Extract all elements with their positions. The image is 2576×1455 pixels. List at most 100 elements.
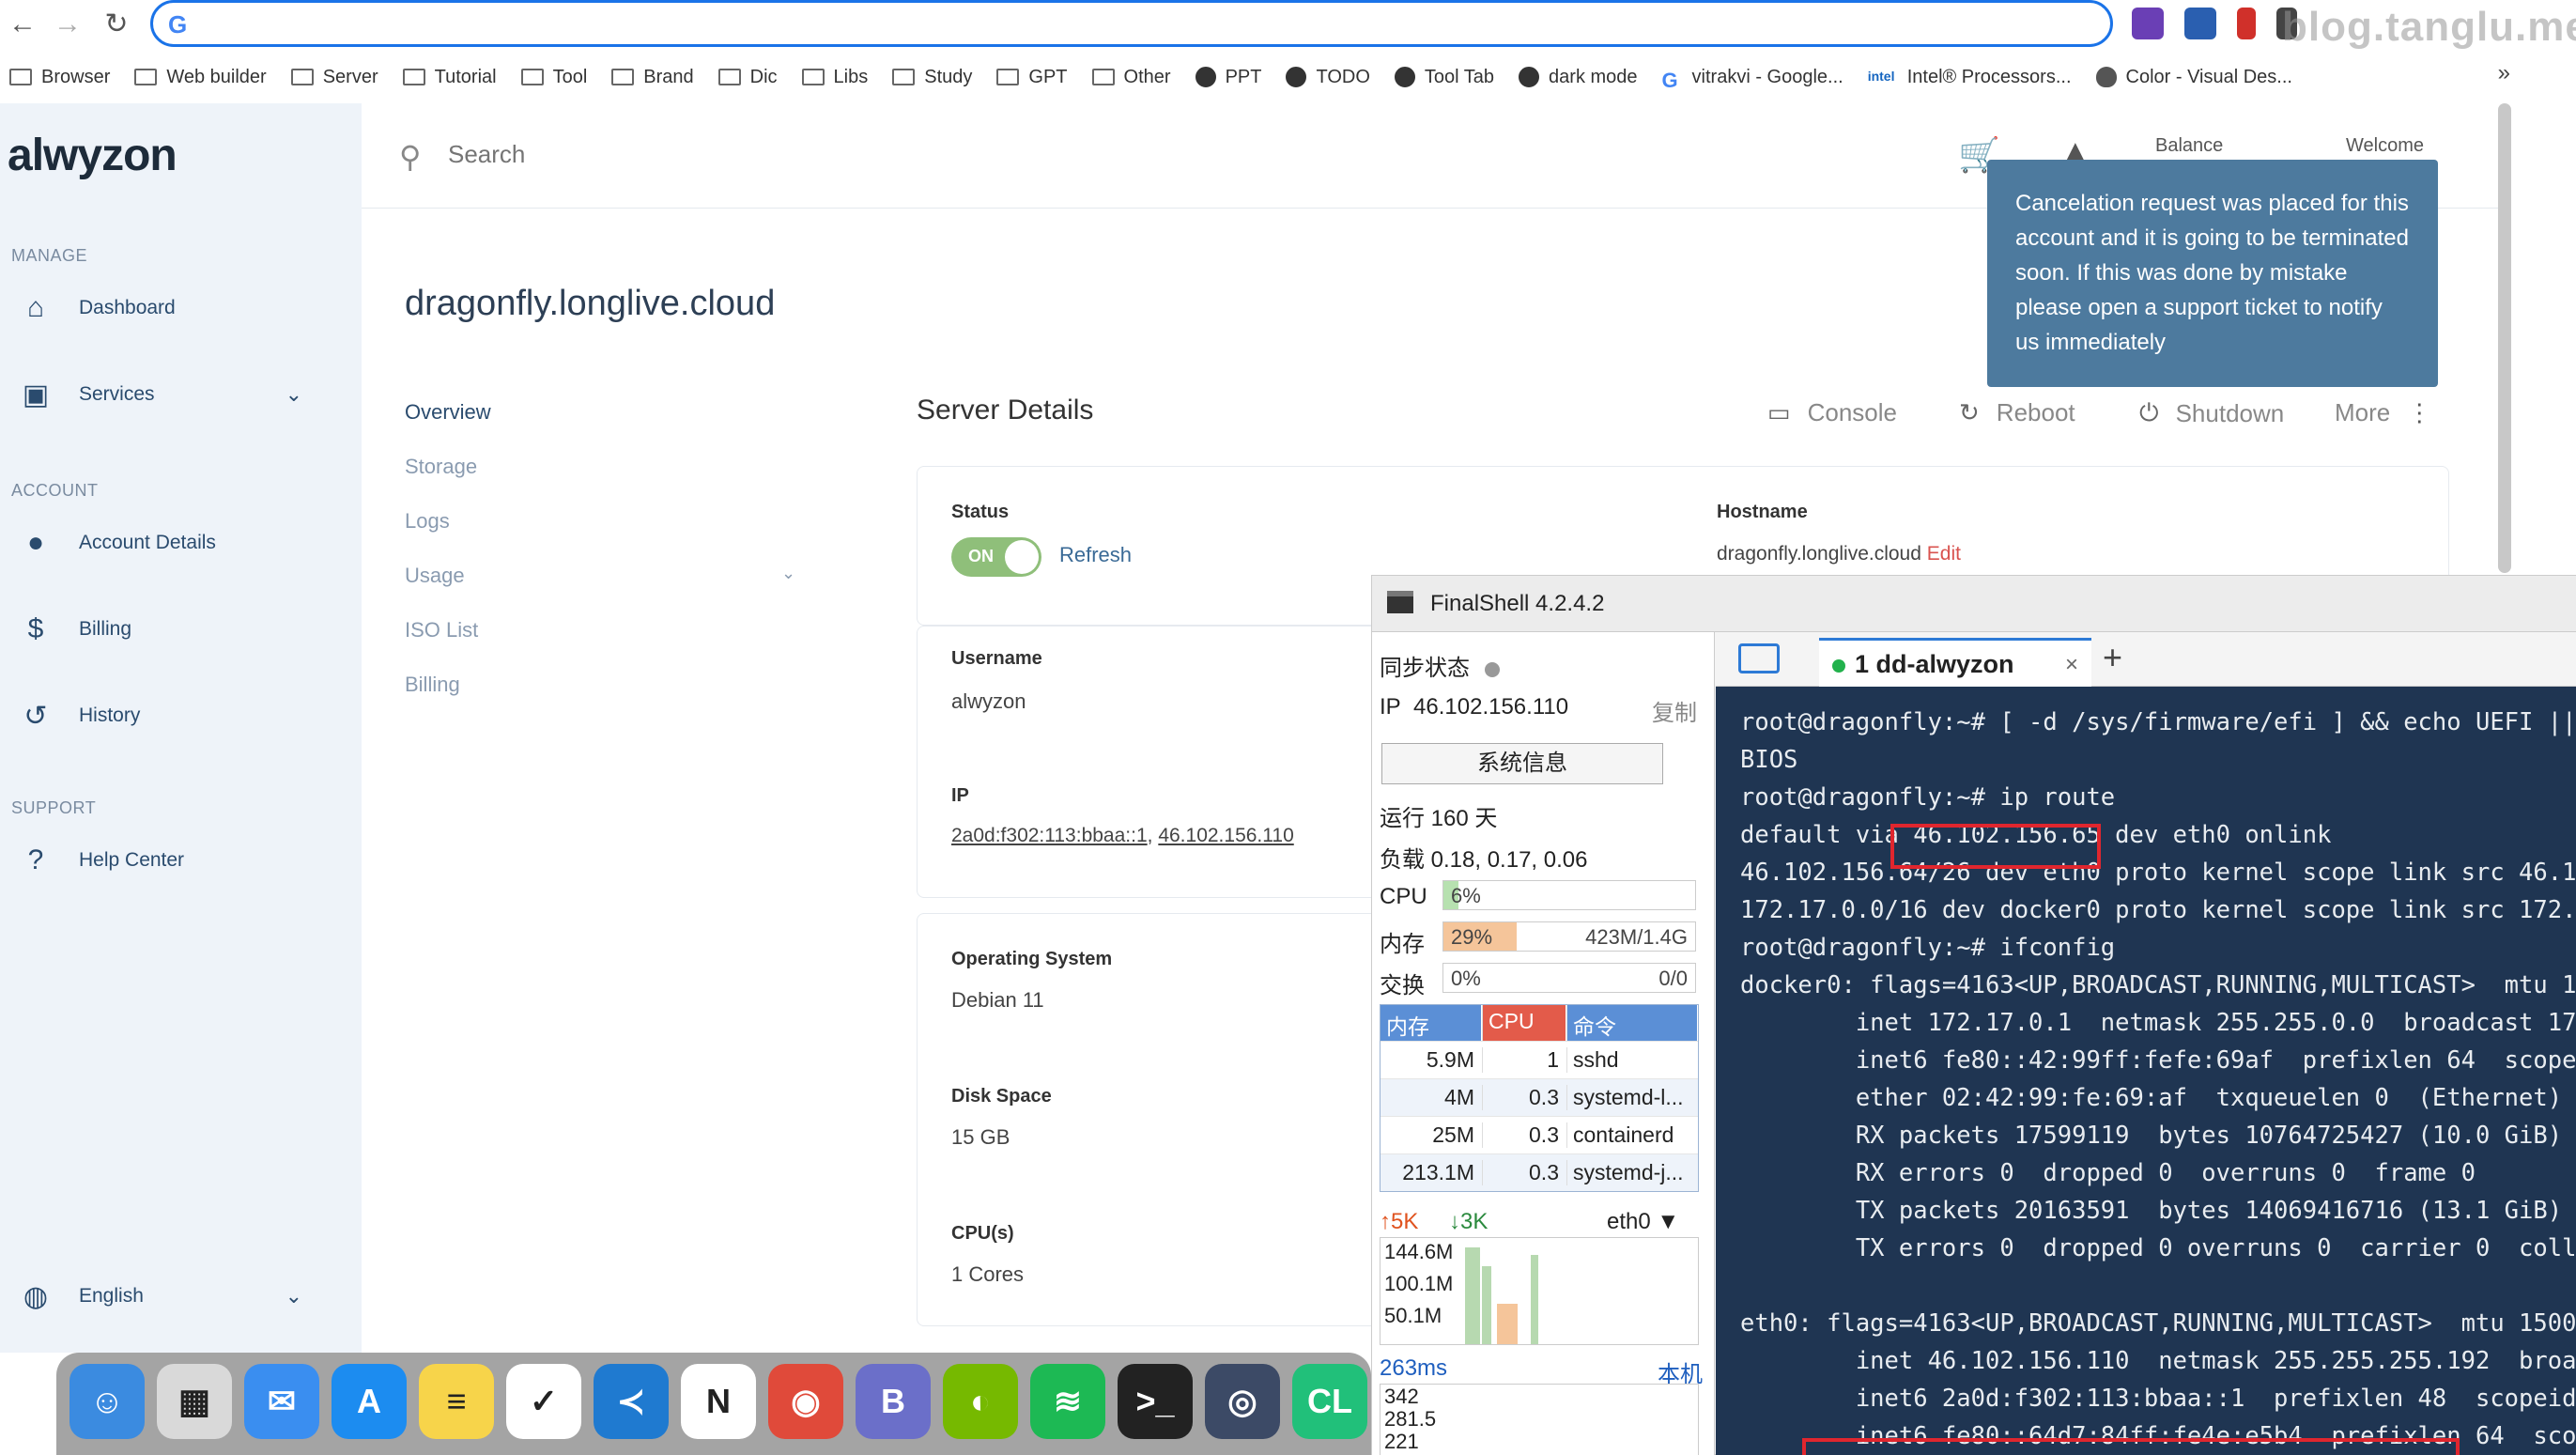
extension-bookmark-icon[interactable] — [2237, 8, 2256, 39]
language-selector[interactable]: ◍ English ⌄ — [21, 1277, 340, 1315]
address-bar[interactable]: G — [150, 0, 2113, 47]
chevron-down-icon[interactable]: ⌄ — [781, 564, 795, 583]
notes-icon[interactable]: ≡ — [419, 1364, 494, 1439]
mem-meter: 29% 423M/1.4G — [1442, 921, 1696, 952]
page-scrollbar[interactable] — [2498, 103, 2511, 573]
bookmark-item[interactable]: Tutorial — [402, 67, 497, 88]
bookmark-item[interactable]: GPT — [996, 67, 1068, 88]
reboot-button[interactable]: ↻ Reboot — [1959, 398, 2075, 427]
reload-icon[interactable]: ↻ — [98, 6, 135, 43]
sidebar-item-history[interactable]: ↺ History — [21, 697, 140, 735]
table-row[interactable]: 213.1M 0.3 systemd-j... — [1381, 1153, 1698, 1191]
balance-button[interactable]: Balance — [2155, 135, 2223, 157]
bookmark-item[interactable]: PPT — [1195, 67, 1261, 88]
subnav-overview[interactable]: Overview — [405, 400, 491, 425]
terminal-line: inet6 fe80::42:99ff:fefe:69af prefixlen … — [1740, 1046, 2576, 1075]
bookmark-item[interactable]: Server — [290, 67, 378, 88]
nvidia-icon[interactable]: ◐ — [943, 1364, 1018, 1439]
subnav-billing[interactable]: Billing — [405, 673, 460, 697]
welcome-menu[interactable]: Welcome — [2346, 135, 2424, 157]
bookmark-item[interactable]: Browser — [9, 67, 110, 88]
forward-arrow-icon[interactable]: → — [49, 6, 86, 43]
subnav-iso-list[interactable]: ISO List — [405, 618, 478, 642]
bookmark-item[interactable]: Libs — [801, 67, 868, 88]
terminal[interactable]: root@dragonfly:~# [ -d /sys/firmware/efi… — [1716, 687, 2576, 1455]
search-input[interactable] — [448, 133, 918, 175]
net-interface-select[interactable]: eth0 ▼ — [1607, 1209, 1679, 1235]
bookmark-item[interactable]: Dic — [717, 67, 778, 88]
process-mem: 213.1M — [1402, 1160, 1474, 1184]
sidebar-item-help-center[interactable]: ? Help Center — [21, 842, 184, 879]
subnav-logs[interactable]: Logs — [405, 509, 450, 534]
folder-icon — [520, 69, 544, 85]
table-row[interactable]: 5.9M 1 sshd — [1381, 1041, 1698, 1078]
terminal-icon[interactable]: >_ — [1118, 1364, 1193, 1439]
finder-icon[interactable]: ☺ — [69, 1364, 145, 1439]
net-interface-value: eth0 — [1607, 1209, 1651, 1234]
status-toggle[interactable]: ON — [951, 537, 1041, 577]
bookmark-item[interactable]: Other — [1091, 67, 1171, 88]
terminal-line: root@dragonfly:~# ip route — [1740, 783, 2116, 812]
tab-dd-alwyzon[interactable]: 1 dd-alwyzon × — [1819, 638, 2091, 687]
ticktick-icon[interactable]: ✓ — [506, 1364, 581, 1439]
chatgpt-icon[interactable]: ◎ — [1205, 1364, 1280, 1439]
process-cpu: 0.3 — [1482, 1122, 1566, 1148]
shutdown-button[interactable]: ⏻ Shutdown — [2139, 398, 2284, 428]
sidebar-item-services[interactable]: ▣ Services ⌄ — [21, 376, 340, 413]
sidebar-item-billing[interactable]: $ Billing — [21, 611, 131, 648]
clion-icon[interactable]: CL — [1292, 1364, 1367, 1439]
bookmark-item[interactable]: dark mode — [1519, 67, 1638, 88]
terminal-line: ether 02:42:99:fe:69:af txqueuelen 0 (Et… — [1740, 1084, 2563, 1112]
sidebar-item-dashboard[interactable]: ⌂ Dashboard — [21, 289, 176, 327]
notion-icon[interactable]: N — [681, 1364, 756, 1439]
reboot-label: Reboot — [1996, 398, 2075, 426]
mail-icon[interactable]: ✉ — [244, 1364, 319, 1439]
subnav-usage[interactable]: Usage — [405, 564, 465, 588]
spotify-icon[interactable]: ≋ — [1030, 1364, 1105, 1439]
subnav-storage[interactable]: Storage — [405, 455, 477, 479]
folder-icon[interactable] — [1738, 643, 1780, 673]
terminal-line: inet6 2a0d:f302:113:bbaa::1 prefixlen 48… — [1740, 1385, 2576, 1413]
chrome-icon[interactable]: ◉ — [768, 1364, 843, 1439]
console-button[interactable]: ▭ Console — [1767, 398, 1897, 427]
ip-v4-link[interactable]: 46.102.156.110 — [1158, 825, 1293, 846]
bookmark-item[interactable]: Tool Tab — [1394, 67, 1494, 88]
close-icon[interactable]: × — [2065, 652, 2078, 678]
net-bar — [1482, 1266, 1491, 1344]
bookmark-item[interactable]: Tool — [520, 67, 587, 88]
bookmark-item[interactable]: TODO — [1286, 67, 1370, 88]
column-header-cpu[interactable]: CPU — [1482, 1005, 1566, 1041]
copy-ip-button[interactable]: 复制 — [1652, 694, 1697, 727]
system-info-button[interactable]: 系统信息 — [1381, 743, 1663, 784]
sidebar-item-account-details[interactable]: ● Account Details — [21, 524, 216, 562]
refresh-link[interactable]: Refresh — [1059, 543, 1132, 567]
globe-icon — [1286, 67, 1307, 87]
back-arrow-icon[interactable]: ← — [4, 6, 41, 43]
bbedit-icon[interactable]: B — [856, 1364, 931, 1439]
bookmark-item[interactable]: Brand — [611, 67, 694, 88]
bookmark-item[interactable]: intel Intel® Processors... — [1868, 67, 2072, 88]
extension-puzzle-icon[interactable] — [2132, 8, 2164, 39]
column-header-mem[interactable]: 内存 — [1381, 1005, 1482, 1041]
mem-meter-detail: 423M/1.4G — [1585, 925, 1688, 949]
bookmark-item[interactable]: Color - Visual Des... — [2095, 67, 2292, 88]
more-button[interactable]: More ⋮ — [2335, 398, 2431, 427]
bookmarks-bar: Browser Web builder Server Tutorial Tool Bran… — [0, 58, 2576, 96]
table-row[interactable]: 4M 0.3 systemd-l... — [1381, 1078, 1698, 1116]
alwyzon-logo[interactable]: alwyzon — [8, 130, 177, 181]
ip-v6-link[interactable]: 2a0d:f302:113:bbaa::1 — [951, 825, 1148, 846]
add-tab-button[interactable]: + — [2103, 638, 2122, 677]
extension-translate-icon[interactable] — [2184, 8, 2216, 39]
bookmarks-more-button[interactable]: » — [2498, 60, 2510, 86]
app-store-icon[interactable]: A — [332, 1364, 407, 1439]
launchpad-icon[interactable]: ▦ — [157, 1364, 232, 1439]
bookmark-item[interactable]: Study — [892, 67, 972, 88]
finalshell-titlebar[interactable]: FinalShell 4.2.4.2 — [1372, 576, 2576, 632]
table-row[interactable]: 25M 0.3 containerd — [1381, 1116, 1698, 1153]
column-header-cmd[interactable]: 命令 — [1566, 1005, 1698, 1041]
bookmark-item[interactable]: Web builder — [134, 67, 267, 88]
vscode-icon[interactable]: ≺ — [594, 1364, 669, 1439]
disk-label: Disk Space — [951, 1086, 1052, 1107]
bookmark-item[interactable]: Gvitrakvi - Google... — [1662, 67, 1843, 93]
edit-hostname-link[interactable]: Edit — [1927, 543, 1961, 565]
